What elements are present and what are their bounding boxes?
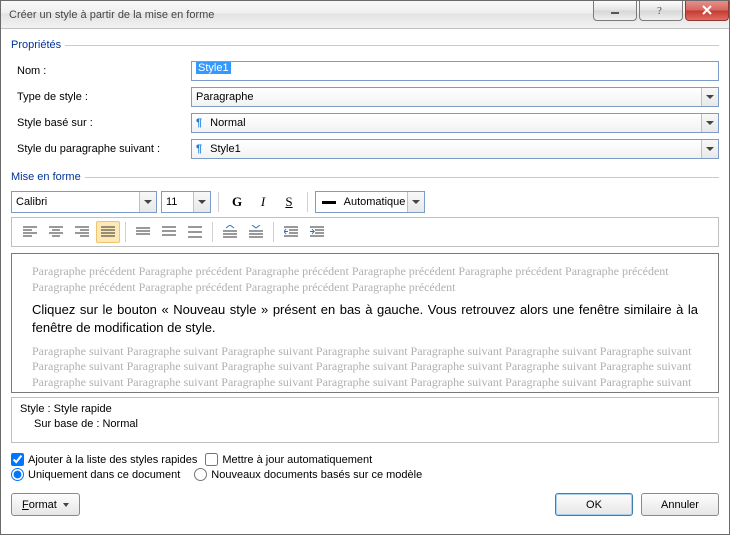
font-color-combobox[interactable]: Automatique xyxy=(315,191,425,213)
font-value: Calibri xyxy=(12,196,139,208)
paragraph-icon: ¶ xyxy=(196,117,202,129)
formatting-legend: Mise en forme xyxy=(11,171,85,183)
auto-update-input[interactable] xyxy=(205,453,218,466)
quick-list-input[interactable] xyxy=(11,453,24,466)
ok-button[interactable]: OK xyxy=(555,493,633,516)
ok-label: OK xyxy=(586,499,602,511)
titlebar: Créer un style à partir de la mise en fo… xyxy=(1,1,729,29)
auto-update-label: Mettre à jour automatiquement xyxy=(222,454,372,466)
preview-before: Paragraphe précédent Paragraphe précéden… xyxy=(32,264,698,295)
following-combobox[interactable]: ¶ Style1 xyxy=(191,139,719,159)
separator xyxy=(212,222,213,242)
name-label: Nom : xyxy=(11,65,191,77)
new-documents-radio[interactable]: Nouveaux documents basés sur ce modèle xyxy=(194,468,422,481)
bold-button[interactable]: G xyxy=(226,191,248,213)
chevron-down-icon[interactable] xyxy=(407,192,424,212)
following-value: Style1 xyxy=(206,143,701,155)
separator xyxy=(307,192,308,212)
chevron-down-icon[interactable] xyxy=(193,192,210,212)
italic-button[interactable]: I xyxy=(252,191,274,213)
type-label: Type de style : xyxy=(11,91,191,103)
type-combobox[interactable]: Paragraphe xyxy=(191,87,719,107)
this-document-radio[interactable]: Uniquement dans ce document xyxy=(11,468,180,481)
space-before-dec-button[interactable] xyxy=(244,221,268,243)
format-label: ormat xyxy=(29,499,57,511)
properties-group: Propriétés Nom : Style1 Type de style : … xyxy=(11,39,719,163)
type-value: Paragraphe xyxy=(192,91,701,103)
based-on-label: Style basé sur : xyxy=(11,117,191,129)
align-right-button[interactable] xyxy=(70,221,94,243)
minimize-button[interactable] xyxy=(593,1,637,21)
style-summary: Style : Style rapide Sur base de : Norma… xyxy=(11,397,719,443)
font-combobox[interactable]: Calibri xyxy=(11,191,157,213)
font-color-label: Automatique xyxy=(342,196,407,208)
close-button[interactable] xyxy=(685,1,729,21)
window-title: Créer un style à partir de la mise en fo… xyxy=(9,9,591,21)
align-center-button[interactable] xyxy=(44,221,68,243)
size-value: 11 xyxy=(162,196,193,208)
indent-decrease-button[interactable] xyxy=(279,221,303,243)
name-value: Style1 xyxy=(196,62,231,74)
line-spacing-2-button[interactable] xyxy=(183,221,207,243)
align-justify-button[interactable] xyxy=(96,221,120,243)
indent-increase-button[interactable] xyxy=(305,221,329,243)
format-menu-button[interactable]: Format xyxy=(11,493,80,516)
line-spacing-1_5-button[interactable] xyxy=(157,221,181,243)
cancel-button[interactable]: Annuler xyxy=(641,493,719,516)
summary-line-2: Sur base de : Normal xyxy=(20,417,710,432)
formatting-group: Mise en forme Calibri 11 G I S Automat xyxy=(11,171,719,443)
preview-after: Paragraphe suivant Paragraphe suivant Pa… xyxy=(32,344,698,393)
separator xyxy=(218,192,219,212)
paragraph-icon: ¶ xyxy=(196,143,202,155)
new-documents-input[interactable] xyxy=(194,468,207,481)
auto-update-checkbox[interactable]: Mettre à jour automatiquement xyxy=(205,453,372,466)
chevron-down-icon[interactable] xyxy=(701,140,718,158)
new-documents-label: Nouveaux documents basés sur ce modèle xyxy=(211,469,422,481)
svg-text:?: ? xyxy=(657,5,662,16)
line-spacing-1-button[interactable] xyxy=(131,221,155,243)
format-accel: F xyxy=(22,499,29,511)
based-on-combobox[interactable]: ¶ Normal xyxy=(191,113,719,133)
this-document-label: Uniquement dans ce document xyxy=(28,469,180,481)
following-label: Style du paragraphe suivant : xyxy=(11,143,191,155)
preview-main: Cliquez sur le bouton « Nouveau style » … xyxy=(32,301,698,337)
color-swatch-icon xyxy=(322,201,336,204)
this-document-input[interactable] xyxy=(11,468,24,481)
chevron-down-icon[interactable] xyxy=(139,192,156,212)
style-preview: Paragraphe précédent Paragraphe précéden… xyxy=(11,253,719,393)
quick-list-checkbox[interactable]: Ajouter à la liste des styles rapides xyxy=(11,453,197,466)
space-before-inc-button[interactable] xyxy=(218,221,242,243)
underline-button[interactable]: S xyxy=(278,191,300,213)
paragraph-toolbar xyxy=(11,217,719,247)
cancel-label: Annuler xyxy=(661,499,699,511)
name-input[interactable]: Style1 xyxy=(191,61,719,81)
chevron-down-icon[interactable] xyxy=(701,88,718,106)
based-on-value: Normal xyxy=(206,117,701,129)
help-button[interactable]: ? xyxy=(639,1,683,21)
separator xyxy=(273,222,274,242)
chevron-down-icon[interactable] xyxy=(701,114,718,132)
summary-line-1: Style : Style rapide xyxy=(20,402,710,417)
size-combobox[interactable]: 11 xyxy=(161,191,211,213)
quick-list-label: Ajouter à la liste des styles rapides xyxy=(28,454,197,466)
properties-legend: Propriétés xyxy=(11,39,65,51)
separator xyxy=(125,222,126,242)
align-left-button[interactable] xyxy=(18,221,42,243)
